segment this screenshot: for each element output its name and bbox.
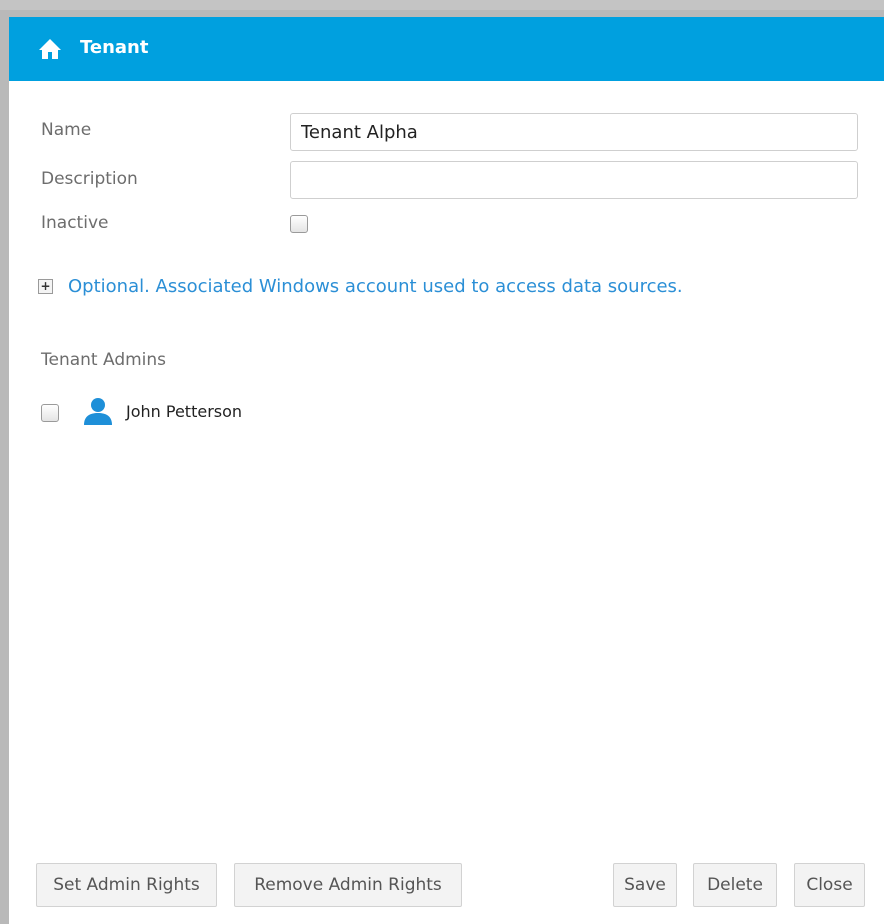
inactive-checkbox[interactable] [290,215,308,233]
dialog-titlebar: Tenant [9,17,884,81]
inactive-label: Inactive [41,213,109,233]
set-admin-rights-button[interactable]: Set Admin Rights [36,863,217,907]
admin-user-name: John Petterson [126,402,243,421]
expand-optional-button[interactable]: + [38,279,53,294]
backdrop [0,0,884,10]
name-field[interactable] [290,113,858,151]
tenant-dialog: Tenant Name Description Inactive + Optio… [9,17,884,924]
admin-select-checkbox[interactable] [41,404,59,422]
optional-windows-account-link[interactable]: Optional. Associated Windows account use… [68,276,683,298]
save-button[interactable]: Save [613,863,677,907]
description-field[interactable] [290,161,858,199]
tenant-admins-title: Tenant Admins [41,350,167,370]
name-label: Name [41,120,92,140]
close-button[interactable]: Close [794,863,865,907]
user-icon [84,398,112,425]
remove-admin-rights-button[interactable]: Remove Admin Rights [234,863,462,907]
dialog-title: Tenant [80,37,149,58]
delete-button[interactable]: Delete [693,863,777,907]
description-label: Description [41,169,138,189]
home-icon [39,39,61,59]
